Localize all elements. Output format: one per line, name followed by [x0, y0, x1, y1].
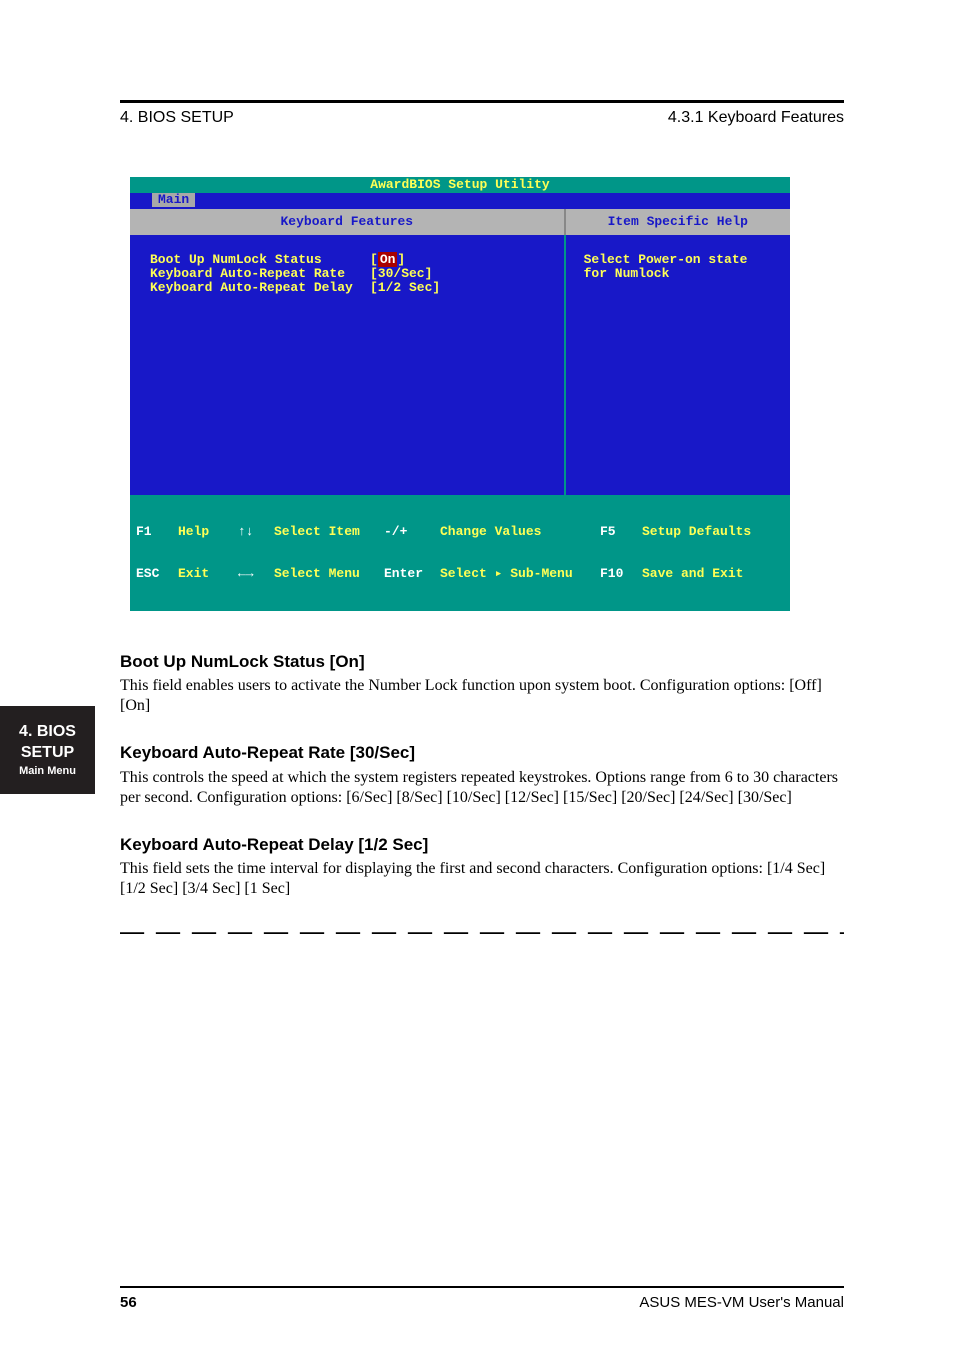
bios-title: AwardBIOS Setup Utility	[130, 177, 790, 193]
bios-screenshot: AwardBIOS Setup Utility Main Keyboard Fe…	[130, 177, 790, 611]
help-text: Select Power-on state	[584, 253, 780, 267]
setting-value[interactable]: [30/Sec]	[370, 267, 432, 281]
sidebar-big: 4. BIOS SETUP	[0, 722, 95, 764]
setting-value[interactable]: [1/2 Sec]	[370, 281, 440, 295]
key-updown: ↑↓	[238, 524, 254, 539]
panel-right-title: Item Specific Help	[566, 209, 790, 235]
bios-tab-row: Main	[130, 193, 790, 209]
section-paragraph: This field enables users to activate the…	[120, 676, 844, 716]
label-save-exit: Save and Exit	[642, 566, 743, 581]
setting-label: Boot Up NumLock Status	[150, 253, 370, 267]
label-exit: Exit	[178, 566, 209, 581]
key-f1: F1	[136, 524, 152, 539]
manual-title: ASUS MES-VM User's Manual	[639, 1294, 844, 1311]
key-minusplus: -/+	[384, 524, 407, 539]
setting-label: Keyboard Auto-Repeat Rate	[150, 267, 370, 281]
bios-footer: F1 ESC Help Exit ↑↓ ←→ Select Item Selec…	[130, 495, 790, 611]
key-esc: ESC	[136, 566, 159, 581]
sidebar-tab: 4. BIOS SETUP Main Menu	[0, 706, 95, 794]
label-select-menu: Select Menu	[274, 566, 360, 581]
tab-main[interactable]: Main	[152, 193, 195, 207]
setting-value[interactable]: [On]	[370, 253, 405, 267]
section-paragraph: This field sets the time interval for di…	[120, 859, 844, 899]
label-change-values: Change Values	[440, 524, 541, 539]
dash-divider: — — — — — — — — — — — — — — — — — — — — …	[120, 917, 844, 947]
bios-settings-panel: Boot Up NumLock Status [On] Keyboard Aut…	[130, 235, 566, 495]
page-number: 56	[120, 1294, 137, 1311]
key-enter: Enter	[384, 566, 423, 581]
label-setup-defaults: Setup Defaults	[642, 524, 751, 539]
section-heading: Keyboard Auto-Repeat Delay [1/2 Sec]	[120, 834, 844, 855]
bios-help-panel: Select Power-on state for Numlock	[566, 235, 790, 495]
section-header-left: 4. BIOS SETUP	[120, 109, 234, 127]
setting-row[interactable]: Keyboard Auto-Repeat Delay [1/2 Sec]	[150, 281, 554, 295]
label-help: Help	[178, 524, 209, 539]
setting-row[interactable]: Keyboard Auto-Repeat Rate [30/Sec]	[150, 267, 554, 281]
section-heading: Keyboard Auto-Repeat Rate [30/Sec]	[120, 742, 844, 763]
section-paragraph: This controls the speed at which the sys…	[120, 768, 844, 808]
key-f10: F10	[600, 566, 623, 581]
section-header-right: 4.3.1 Keyboard Features	[668, 109, 844, 127]
key-leftright: ←→	[238, 566, 254, 581]
label-select-item: Select Item	[274, 524, 360, 539]
label-select-submenu: Select ▸ Sub-Menu	[440, 566, 573, 581]
panel-left-title: Keyboard Features	[130, 209, 566, 235]
sidebar-small: Main Menu	[0, 764, 95, 778]
setting-row[interactable]: Boot Up NumLock Status [On]	[150, 253, 554, 267]
section-heading: Boot Up NumLock Status [On]	[120, 651, 844, 672]
key-f5: F5	[600, 524, 616, 539]
help-text: for Numlock	[584, 267, 780, 281]
setting-label: Keyboard Auto-Repeat Delay	[150, 281, 370, 295]
